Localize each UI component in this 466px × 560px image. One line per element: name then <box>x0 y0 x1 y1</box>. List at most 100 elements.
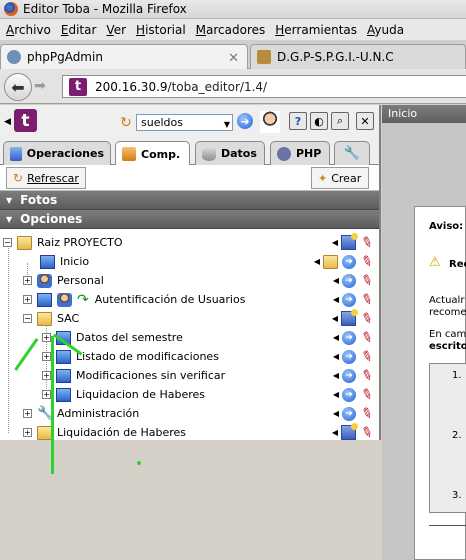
expand-icon[interactable]: + <box>42 352 51 361</box>
tab-comp[interactable]: Comp. <box>115 141 190 166</box>
window-title: Editor Toba - Mozilla Firefox <box>23 2 187 16</box>
menu-archivo[interactable]: Archivo <box>6 23 51 37</box>
tree-node-raiz[interactable]: − Raiz PROYECTO ◀ ✎ <box>3 233 379 252</box>
close-tab-icon[interactable]: ✕ <box>228 51 239 66</box>
expand-icon[interactable]: + <box>42 390 51 399</box>
tree-node-datos-semestre[interactable]: + Datos del semestre ◀ ➜ ✎ <box>42 328 379 347</box>
edit-pencil-icon[interactable]: ✎ <box>359 271 376 290</box>
folder-icon <box>17 235 32 250</box>
section-opciones[interactable]: ▼ Opciones <box>0 210 379 229</box>
run-icon[interactable]: ➜ <box>342 292 356 307</box>
browser-tab-phppgadmin[interactable]: phpPgAdmin ✕ <box>0 44 248 69</box>
arrow-left-icon[interactable]: ◀ <box>333 333 339 342</box>
menu-ver[interactable]: Ver <box>106 23 126 37</box>
url-text[interactable]: 200.16.30.9/toba_editor/1.4/ <box>95 80 267 94</box>
collapse-icon[interactable]: − <box>3 238 12 247</box>
expand-icon[interactable]: + <box>23 276 32 285</box>
arrow-left-icon[interactable]: ◀ <box>333 295 339 304</box>
chevron-down-icon: ▼ <box>223 120 230 129</box>
tree-node-listado[interactable]: + Listado de modificaciones ◀ ➜ ✎ <box>42 347 379 366</box>
refresh-project-icon[interactable]: ↻ <box>117 114 135 132</box>
expand-icon[interactable]: + <box>23 409 32 418</box>
open-folder-icon[interactable] <box>323 254 338 269</box>
expand-icon[interactable]: + <box>42 333 51 342</box>
collapse-icon[interactable]: − <box>23 314 32 323</box>
run-icon[interactable]: ➜ <box>342 406 356 421</box>
edit-pencil-icon[interactable]: ✎ <box>359 328 376 347</box>
tab-tools[interactable]: 🔧 <box>334 141 370 165</box>
expand-icon[interactable]: + <box>42 371 51 380</box>
arrow-left-icon[interactable]: ◀ <box>332 314 338 323</box>
edit-pencil-icon[interactable]: ✎ <box>359 290 376 309</box>
forward-button[interactable]: ➡ <box>34 78 46 94</box>
window-icon <box>56 387 71 402</box>
tab-operaciones[interactable]: Operaciones <box>3 141 111 165</box>
edit-pencil-icon[interactable]: ✎ <box>359 252 376 271</box>
new-item-icon[interactable] <box>341 423 358 440</box>
back-button[interactable]: ⬅ <box>4 73 32 101</box>
tree-node-autentificacion[interactable]: + ↷ Autentificación de Usuarios ◀ ➜ ✎ <box>23 290 379 309</box>
node-actions: ◀ ✎ <box>332 233 379 252</box>
run-icon[interactable]: ➜ <box>342 273 356 288</box>
tools-folder-icon: 🔧 <box>37 405 54 421</box>
user-icon[interactable] <box>260 111 280 133</box>
palette-icon[interactable]: ◐ <box>310 112 328 130</box>
components-icon <box>122 147 136 161</box>
menu-herramientas[interactable]: Herramientas <box>275 23 357 37</box>
run-icon[interactable]: ➜ <box>342 368 356 383</box>
wrench-icon: 🔧 <box>343 146 361 161</box>
arrow-left-icon[interactable]: ◀ <box>332 238 338 247</box>
refresh-button[interactable]: ↻ Refrescar <box>6 167 86 189</box>
tree-node-inicio[interactable]: Inicio ◀ ➜ ✎ <box>40 252 379 271</box>
navigation-bar: ⬅ ➡ t 200.16.30.9/toba_editor/1.4/ <box>0 69 466 104</box>
new-item-icon[interactable] <box>341 233 358 250</box>
edit-pencil-icon[interactable]: ✎ <box>359 347 376 366</box>
run-icon[interactable]: ➜ <box>342 349 356 364</box>
editor-tabs: Operaciones Comp. Datos PHP 🔧 <box>0 138 379 166</box>
tab-php[interactable]: PHP <box>270 141 330 165</box>
edit-pencil-icon[interactable]: ✎ <box>359 385 376 404</box>
help-icon[interactable]: ? <box>289 112 307 130</box>
tree-node-administracion[interactable]: + 🔧 Administración ◀ ➜ ✎ <box>23 404 379 423</box>
arrow-left-icon[interactable]: ◀ <box>333 371 339 380</box>
collapse-arrow-icon[interactable]: ◀ <box>4 117 11 127</box>
inspect-icon[interactable]: ⌕ <box>331 112 349 130</box>
edit-pencil-icon[interactable]: ✎ <box>359 309 376 328</box>
expand-icon[interactable]: + <box>23 428 32 437</box>
tree-node-personal[interactable]: + Personal ◀ ➜ ✎ <box>23 271 379 290</box>
browser-tab-dgp[interactable]: D.G.P-S.P.G.I.-U.N.C <box>250 44 466 69</box>
arrow-left-icon[interactable]: ◀ <box>314 257 320 266</box>
arrow-left-icon[interactable]: ◀ <box>332 428 338 437</box>
content-document: Aviso: ⚠ Rec Actualr recome En cam escri… <box>414 206 466 560</box>
site-icon <box>257 50 271 64</box>
new-item-icon[interactable] <box>341 309 358 326</box>
green-arrow-icon: ↷ <box>77 291 89 308</box>
edit-pencil-icon[interactable]: ✎ <box>359 233 376 252</box>
menu-historial[interactable]: Historial <box>136 23 186 37</box>
expand-icon[interactable]: + <box>23 295 32 304</box>
menu-editar[interactable]: Editar <box>61 23 97 37</box>
editor-toolbar: ◀ t ↻ sueldos ▼ ➜ ? ◐ ⌕ ✕ <box>0 105 379 138</box>
edit-pencil-icon[interactable]: ✎ <box>359 366 376 385</box>
tree-node-modificaciones[interactable]: + Modificaciones sin verificar ◀ ➜ ✎ <box>42 366 379 385</box>
tree-node-liquidacion-sac[interactable]: + Liquidacion de Haberes ◀ ➜ ✎ <box>42 385 379 404</box>
close-icon[interactable]: ✕ <box>356 112 374 130</box>
edit-pencil-icon[interactable]: ✎ <box>359 404 376 423</box>
run-icon[interactable]: ➜ <box>342 254 356 269</box>
project-select[interactable]: sueldos ▼ <box>136 114 233 131</box>
run-icon[interactable]: ➜ <box>342 387 356 402</box>
create-button[interactable]: ✦ Crear <box>311 167 369 189</box>
menu-marcadores[interactable]: Marcadores <box>196 23 266 37</box>
arrow-left-icon[interactable]: ◀ <box>333 409 339 418</box>
arrow-left-icon[interactable]: ◀ <box>333 276 339 285</box>
menu-ayuda[interactable]: Ayuda <box>367 23 404 37</box>
go-icon[interactable]: ➜ <box>237 113 253 129</box>
arrow-left-icon[interactable]: ◀ <box>333 390 339 399</box>
section-fotos[interactable]: ▼ Fotos <box>0 191 379 210</box>
address-bar[interactable]: t 200.16.30.9/toba_editor/1.4/ <box>62 75 466 98</box>
run-icon[interactable]: ➜ <box>342 330 356 345</box>
arrow-left-icon[interactable]: ◀ <box>333 352 339 361</box>
node-actions: ◀ ➜ ✎ <box>333 404 379 423</box>
tab-datos[interactable]: Datos <box>195 141 265 165</box>
tree-node-sac[interactable]: − SAC ◀ ✎ <box>23 309 379 328</box>
